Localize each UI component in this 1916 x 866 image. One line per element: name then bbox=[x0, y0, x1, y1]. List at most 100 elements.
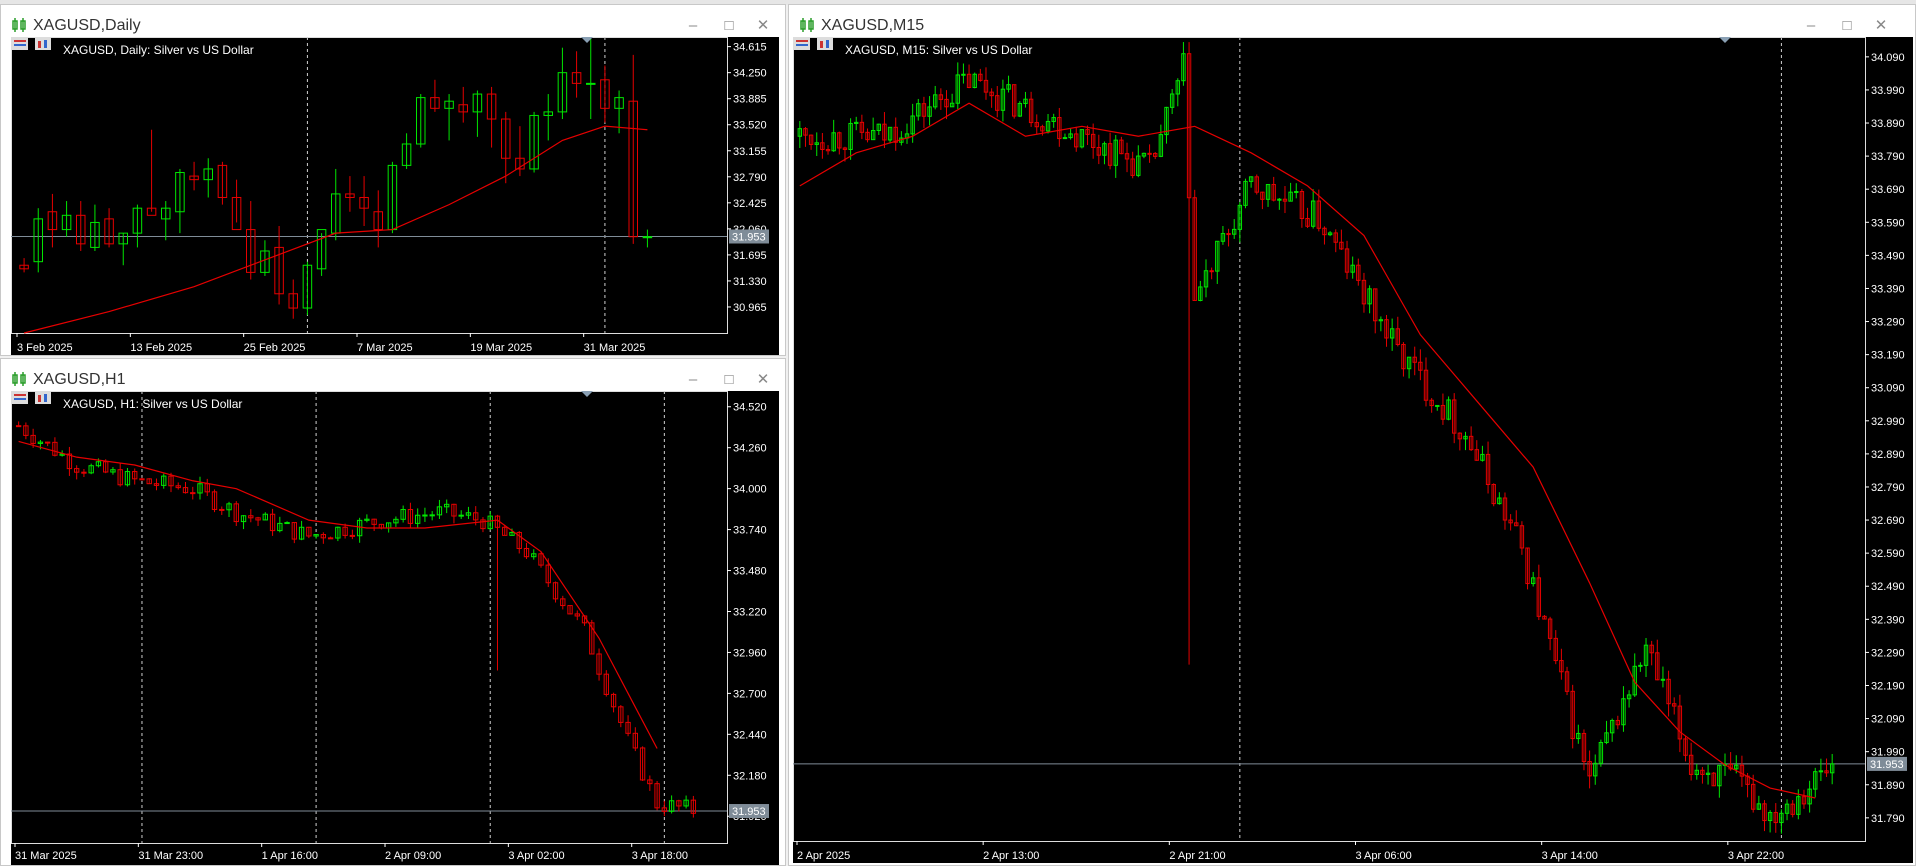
y-tick-label: 33.190 bbox=[1871, 350, 1905, 362]
candle-body bbox=[81, 471, 87, 474]
candle bbox=[944, 90, 949, 120]
candle bbox=[1711, 771, 1716, 787]
candle bbox=[356, 517, 363, 543]
candle bbox=[486, 86, 497, 148]
maximize-button[interactable]: □ bbox=[719, 371, 739, 389]
candle bbox=[1609, 718, 1615, 742]
candle-body bbox=[1209, 270, 1214, 273]
candle bbox=[1530, 571, 1536, 587]
price-chart[interactable]: 34.090 33.990 33.890 33.790 33.690 33.590 33.4… bbox=[793, 37, 1913, 863]
candle bbox=[1694, 763, 1699, 780]
x-tick-label: 7 Mar 2025 bbox=[357, 342, 413, 354]
x-tick-label: 2 Apr 09:00 bbox=[385, 850, 441, 862]
candle bbox=[1677, 694, 1683, 753]
chart-window-daily[interactable]: XAGUSD,Daily ‒ □ ✕ 34.615 34.250 33.885 33.… bbox=[0, 4, 786, 356]
candle bbox=[1141, 152, 1147, 159]
candle bbox=[1440, 393, 1446, 425]
minimize-button[interactable]: ‒ bbox=[683, 371, 703, 389]
candle bbox=[1779, 809, 1784, 834]
price-chart[interactable]: 34.615 34.250 33.885 33.520 33.155 32.790 32.4… bbox=[11, 37, 779, 355]
candle bbox=[197, 476, 203, 500]
candle bbox=[1576, 724, 1581, 744]
maximize-button[interactable]: □ bbox=[719, 17, 739, 35]
candle-body bbox=[429, 514, 435, 517]
candlestick-icon bbox=[800, 18, 814, 32]
y-tick-label: 32.590 bbox=[1871, 548, 1905, 560]
candle bbox=[1559, 648, 1564, 680]
candle bbox=[132, 204, 143, 248]
candle bbox=[1756, 795, 1762, 810]
candle bbox=[899, 131, 904, 146]
candle bbox=[1790, 800, 1795, 818]
candle bbox=[364, 514, 370, 523]
x-tick-label: 13 Feb 2025 bbox=[130, 342, 192, 354]
chart-window-m15[interactable]: XAGUSD,M15 ‒ □ ✕ 34.090 33.990 33.890 33.79… bbox=[788, 4, 1916, 866]
candle bbox=[44, 441, 51, 447]
chart-window-h1[interactable]: XAGUSD,H1 ‒ □ ✕ 34.520 34.260 34.000 33.740… bbox=[0, 358, 786, 866]
candle bbox=[416, 94, 426, 148]
candle bbox=[1762, 800, 1767, 832]
candle bbox=[1643, 637, 1649, 677]
candle-body bbox=[190, 492, 196, 495]
candle bbox=[1147, 144, 1152, 163]
candle-body bbox=[15, 425, 22, 428]
candle bbox=[531, 549, 537, 560]
maximize-button[interactable]: □ bbox=[1837, 17, 1857, 35]
minimize-button[interactable]: ‒ bbox=[683, 17, 703, 35]
candle bbox=[401, 133, 412, 169]
candle bbox=[1209, 267, 1214, 280]
candle bbox=[647, 775, 653, 791]
candle bbox=[302, 261, 313, 316]
candle bbox=[603, 670, 609, 697]
y-tick-label: 33.990 bbox=[1871, 85, 1905, 97]
candle bbox=[146, 478, 152, 485]
y-tick-label: 31.330 bbox=[733, 276, 767, 288]
x-tick-label: 3 Apr 22:00 bbox=[1728, 850, 1784, 862]
candle bbox=[1006, 75, 1011, 93]
candle bbox=[1175, 78, 1180, 107]
candle bbox=[117, 462, 123, 487]
candle bbox=[949, 93, 955, 108]
candle-body bbox=[458, 514, 464, 517]
candle bbox=[1700, 767, 1705, 784]
candle bbox=[203, 158, 213, 198]
candle bbox=[277, 516, 283, 533]
candle bbox=[1485, 441, 1491, 494]
plot-border bbox=[11, 37, 728, 334]
y-tick-label: 32.090 bbox=[1871, 714, 1905, 726]
candle bbox=[371, 518, 377, 532]
candle-body bbox=[1062, 137, 1068, 140]
candle bbox=[1305, 207, 1310, 229]
chart-area[interactable]: 34.090 33.990 33.890 33.790 33.690 33.590 33.4… bbox=[793, 37, 1913, 863]
y-tick-label: 32.690 bbox=[1871, 515, 1905, 527]
candle bbox=[1102, 141, 1107, 165]
chart-area[interactable]: 34.520 34.260 34.000 33.740 33.480 33.220 32.9… bbox=[11, 391, 779, 865]
close-button[interactable]: ✕ bbox=[753, 17, 773, 35]
price-chart[interactable]: 34.520 34.260 34.000 33.740 33.480 33.220 32.9… bbox=[11, 391, 779, 865]
chart-toolbar-icons bbox=[12, 38, 51, 50]
candle bbox=[618, 705, 624, 728]
minimize-button[interactable]: ‒ bbox=[1801, 17, 1821, 35]
close-button[interactable]: ✕ bbox=[753, 371, 773, 389]
y-tick-label: 32.700 bbox=[733, 688, 767, 700]
candle bbox=[444, 499, 450, 514]
candle bbox=[153, 478, 160, 491]
current-price-label: 31.953 bbox=[732, 231, 766, 243]
candle bbox=[1717, 764, 1722, 798]
candle bbox=[1062, 133, 1068, 140]
candle bbox=[451, 503, 457, 524]
chart-shift-marker bbox=[581, 391, 593, 397]
x-tick-label: 3 Apr 14:00 bbox=[1542, 850, 1598, 862]
candle bbox=[472, 90, 483, 137]
close-button[interactable]: ✕ bbox=[1871, 17, 1891, 35]
candle bbox=[661, 800, 668, 817]
candlestick-icon bbox=[12, 18, 26, 32]
candle bbox=[1767, 810, 1773, 833]
x-tick-label: 3 Feb 2025 bbox=[17, 342, 73, 354]
chart-area[interactable]: 34.615 34.250 33.885 33.520 33.155 32.790 32.4… bbox=[11, 37, 779, 355]
candle bbox=[161, 201, 171, 241]
moving-average-line bbox=[799, 102, 1816, 799]
y-tick-label: 32.890 bbox=[1871, 449, 1905, 461]
candle bbox=[820, 132, 825, 159]
candle bbox=[887, 126, 893, 144]
